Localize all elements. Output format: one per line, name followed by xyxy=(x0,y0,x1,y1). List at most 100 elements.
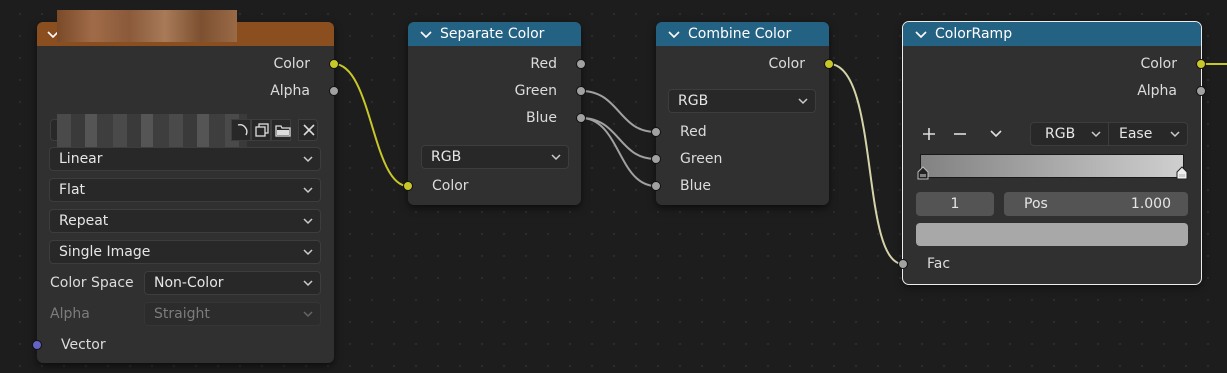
shield-icon xyxy=(237,124,248,136)
output-color-socket[interactable] xyxy=(1196,59,1206,69)
input-fac-label: Fac xyxy=(927,256,951,272)
input-green-socket[interactable] xyxy=(651,154,661,164)
ramp-stop-right-handle[interactable] xyxy=(1176,166,1188,180)
add-stop-button[interactable] xyxy=(916,122,942,146)
extension-value: Repeat xyxy=(59,213,109,229)
stop-color-swatch[interactable] xyxy=(916,223,1188,246)
link-combine-to-ramp xyxy=(828,63,904,265)
ramp-interpolation-value: Ease xyxy=(1119,126,1153,142)
output-color-socket[interactable] xyxy=(824,59,834,69)
alpha-mode-value: Straight xyxy=(154,306,210,322)
separate-color-node[interactable]: Separate Color Red Green Blue RGB Color xyxy=(403,22,586,205)
output-color-label: Color xyxy=(1140,56,1177,72)
ramp-color-mode-dropdown[interactable]: RGB xyxy=(1030,122,1109,146)
alpha-mode-label: Alpha xyxy=(50,306,90,322)
chevron-down-icon xyxy=(1091,131,1101,138)
chevron-down-icon xyxy=(990,130,1002,138)
chevron-down-icon xyxy=(798,98,808,105)
unlink-image-button[interactable] xyxy=(298,119,318,141)
ramp-specials-menu[interactable] xyxy=(983,122,1009,146)
chevron-down-icon xyxy=(303,187,313,194)
interpolation-dropdown[interactable]: Linear xyxy=(49,147,321,171)
separate-mode-dropdown[interactable]: RGB xyxy=(421,145,569,169)
source-value: Single Image xyxy=(59,244,151,260)
color-ramp-title: ColorRamp xyxy=(935,26,1013,42)
active-stop-index-value: 1 xyxy=(950,196,960,212)
combine-mode-dropdown[interactable]: RGB xyxy=(668,89,816,113)
color-ramp-header[interactable]: ColorRamp xyxy=(903,22,1201,46)
image-selector[interactable] xyxy=(50,114,247,148)
output-alpha-socket[interactable] xyxy=(329,86,339,96)
combine-color-header[interactable]: Combine Color xyxy=(656,22,829,46)
output-alpha-label: Alpha xyxy=(1137,83,1177,99)
folder-icon xyxy=(275,125,291,137)
output-color-label: Color xyxy=(768,56,805,72)
output-green-socket[interactable] xyxy=(576,86,586,96)
chevron-down-icon xyxy=(303,218,313,225)
stop-position-label: Pos xyxy=(1024,196,1048,212)
separate-color-title: Separate Color xyxy=(440,26,545,42)
chevron-down-icon xyxy=(303,311,313,318)
input-vector-socket[interactable] xyxy=(32,340,42,350)
combine-color-title: Combine Color xyxy=(688,26,792,42)
chevron-down-icon xyxy=(303,249,313,256)
minus-icon xyxy=(954,133,966,135)
redacted-title xyxy=(57,10,237,42)
source-dropdown[interactable]: Single Image xyxy=(49,240,321,264)
output-blue-label: Blue xyxy=(526,110,557,126)
texture-node-header[interactable] xyxy=(37,10,334,46)
input-red-label: Red xyxy=(680,124,707,140)
interpolation-value: Linear xyxy=(59,151,103,167)
chevron-down-icon xyxy=(1170,131,1180,138)
ramp-interpolation-dropdown[interactable]: Ease xyxy=(1108,122,1188,146)
link-blue-to-green xyxy=(580,117,657,160)
color-ramp-gradient[interactable] xyxy=(920,154,1184,178)
output-blue-socket[interactable] xyxy=(576,113,586,123)
input-green-label: Green xyxy=(680,151,723,167)
combine-color-node[interactable]: Combine Color Color RGB Red Green Blue xyxy=(651,22,834,205)
color-space-value: Non-Color xyxy=(154,275,224,291)
input-color-socket[interactable] xyxy=(403,181,413,191)
input-vector-label: Vector xyxy=(61,337,106,353)
chevron-down-icon[interactable] xyxy=(915,30,927,40)
link-texture-color-to-separate xyxy=(333,63,409,187)
output-alpha-socket[interactable] xyxy=(1196,86,1206,96)
output-color-socket[interactable] xyxy=(329,59,339,69)
projection-value: Flat xyxy=(59,182,86,198)
output-green-label: Green xyxy=(514,83,557,99)
duplicate-icon xyxy=(255,123,269,137)
output-color-label: Color xyxy=(273,56,310,72)
color-space-dropdown[interactable]: Non-Color xyxy=(144,271,321,295)
open-image-button[interactable] xyxy=(271,119,291,141)
chevron-down-icon[interactable] xyxy=(420,30,432,40)
color-space-label: Color Space xyxy=(50,275,134,291)
output-red-socket[interactable] xyxy=(576,59,586,69)
remove-stop-button[interactable] xyxy=(947,122,973,146)
chevron-down-icon xyxy=(551,154,561,161)
link-blue-to-blue xyxy=(580,117,657,187)
combine-mode-value: RGB xyxy=(678,93,709,109)
output-alpha-label: Alpha xyxy=(270,83,310,99)
input-fac-socket[interactable] xyxy=(898,259,908,269)
stop-position-field[interactable]: Pos 1.000 xyxy=(1004,192,1188,216)
output-red-label: Red xyxy=(530,56,557,72)
input-blue-label: Blue xyxy=(680,178,711,194)
chevron-down-icon[interactable] xyxy=(668,30,680,40)
input-red-socket[interactable] xyxy=(651,127,661,137)
chevron-down-icon xyxy=(303,280,313,287)
ramp-stop-left-handle[interactable] xyxy=(917,166,929,180)
stop-position-value: 1.000 xyxy=(1130,196,1171,212)
input-blue-socket[interactable] xyxy=(651,181,661,191)
plus-icon xyxy=(923,128,935,140)
fake-user-button[interactable] xyxy=(231,119,251,141)
redacted-image-name xyxy=(57,114,247,148)
input-color-label: Color xyxy=(432,178,469,194)
separate-color-header[interactable]: Separate Color xyxy=(408,22,581,46)
projection-dropdown[interactable]: Flat xyxy=(49,178,321,202)
image-texture-node[interactable]: Color Alpha Linear Flat Repeat Single Im… xyxy=(32,10,339,363)
extension-dropdown[interactable]: Repeat xyxy=(49,209,321,233)
link-red-to-red xyxy=(580,90,657,133)
active-stop-index-field[interactable]: 1 xyxy=(916,192,994,216)
duplicate-image-button[interactable] xyxy=(251,119,271,141)
color-ramp-node[interactable]: ColorRamp Color Alpha RGB Ease 1 Pos 1.0… xyxy=(898,21,1206,285)
